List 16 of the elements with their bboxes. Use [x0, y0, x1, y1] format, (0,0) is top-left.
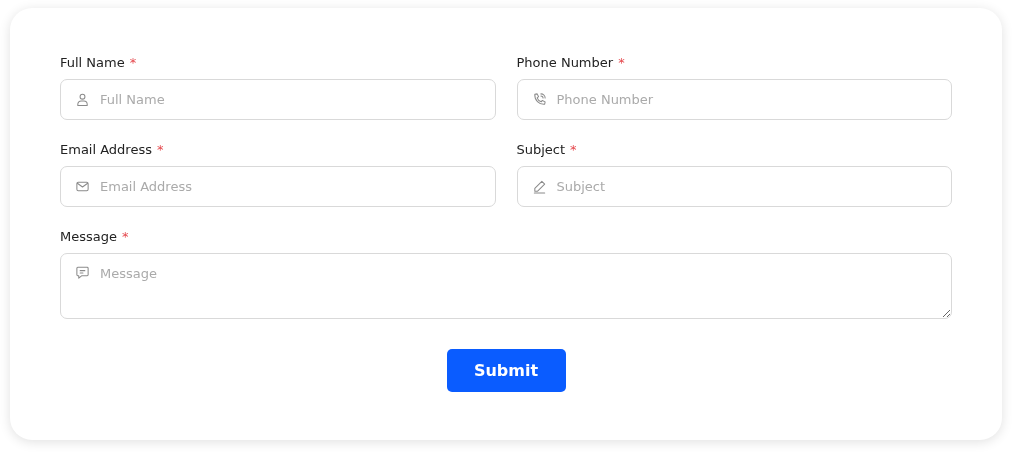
input-field[interactable]: Subject	[516, 166, 952, 207]
message-textarea[interactable]: Message	[60, 253, 952, 319]
field-label: Full Name	[60, 54, 125, 72]
required-mark: *	[618, 54, 625, 72]
input-field[interactable]: Email Address	[60, 166, 496, 207]
submit-button[interactable]: Submit	[446, 349, 566, 392]
required-mark: *	[129, 54, 137, 72]
input-field[interactable]: Phone Number	[516, 79, 952, 120]
required-mark: *	[157, 141, 164, 159]
field-label: Email Address	[60, 141, 152, 159]
input-field[interactable]: Full Name	[60, 79, 496, 120]
required-mark: *	[122, 228, 129, 246]
field-label: Subject	[516, 141, 566, 159]
required-mark: *	[570, 141, 577, 159]
field-label: Message	[60, 228, 117, 246]
field-label: Phone Number	[516, 54, 614, 72]
